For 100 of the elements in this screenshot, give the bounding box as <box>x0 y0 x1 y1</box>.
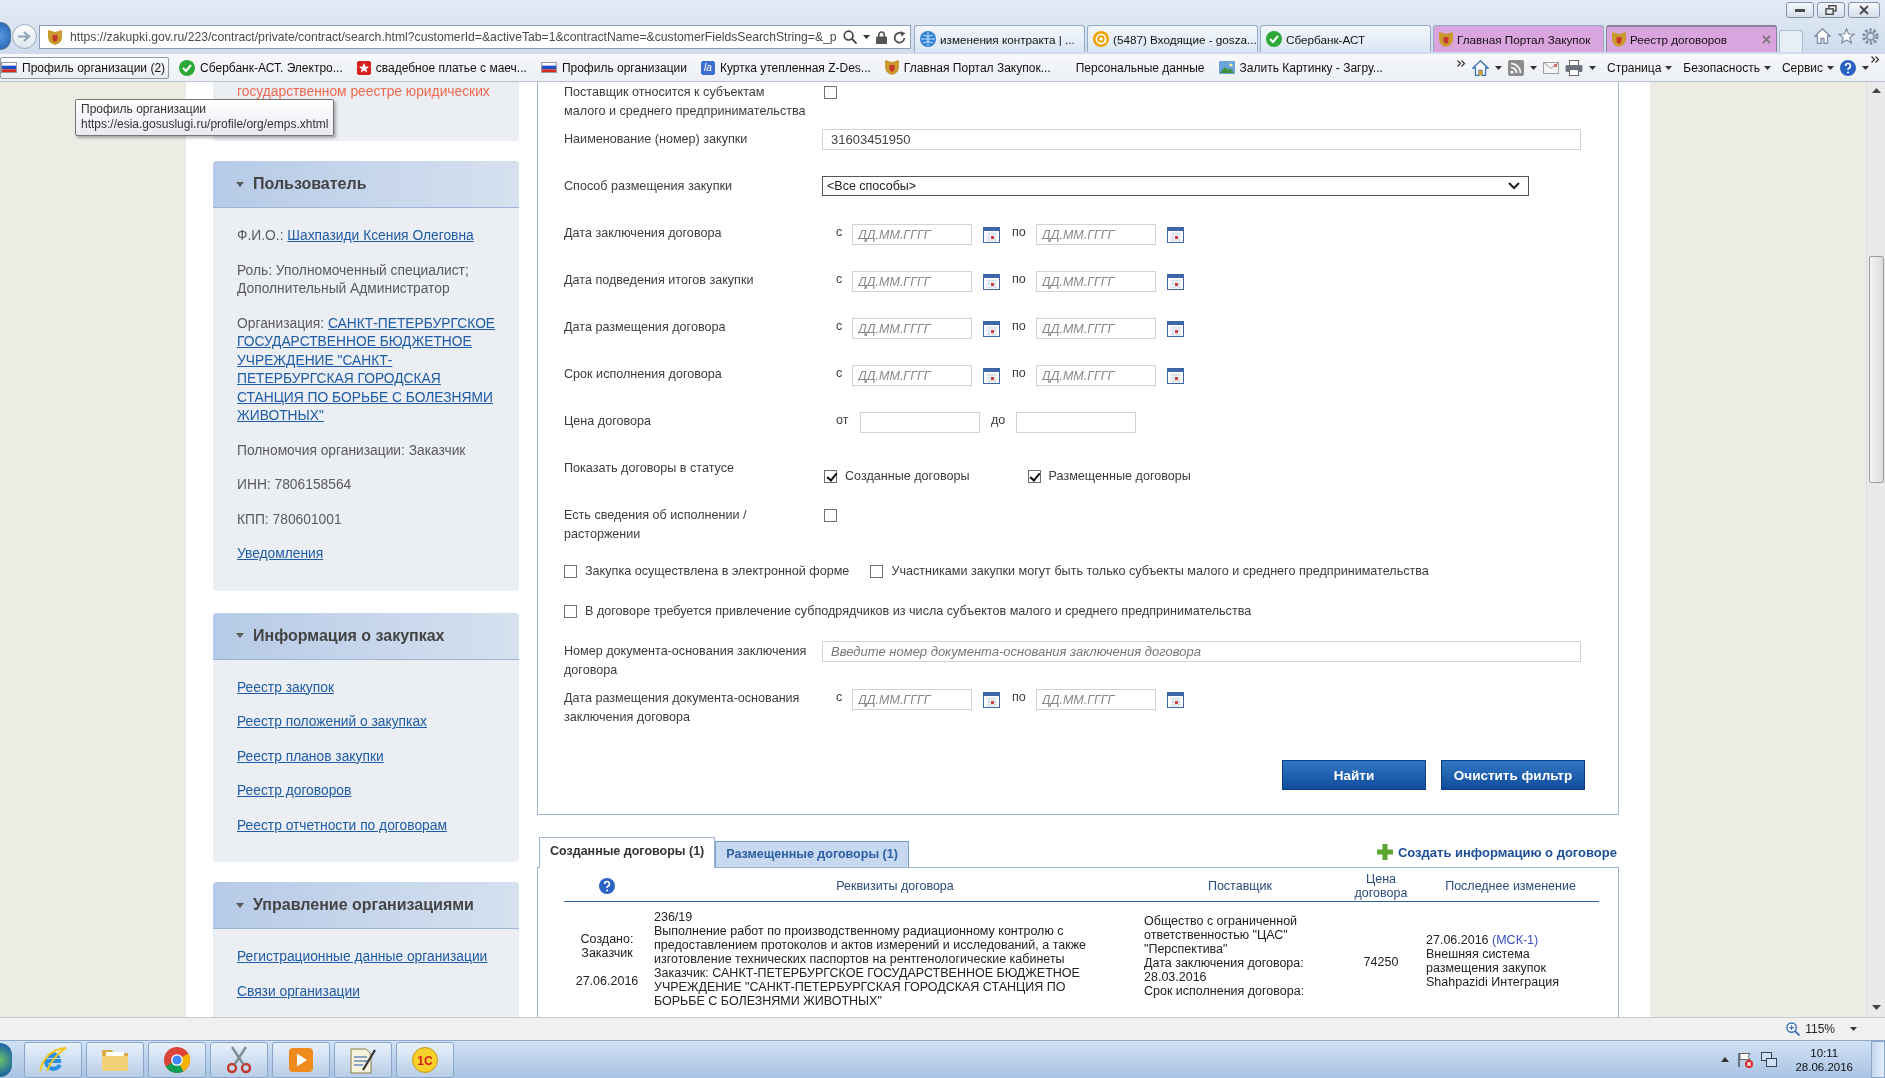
checkbox[interactable] <box>564 605 577 618</box>
envelope-icon[interactable] <box>1542 61 1559 74</box>
settings-icon[interactable] <box>1862 28 1879 45</box>
restore-button[interactable] <box>1817 2 1845 18</box>
date-label: Дата заключения договора: <box>1144 955 1305 970</box>
panel-header[interactable]: Пользователь <box>213 161 519 208</box>
caret-icon[interactable] <box>1588 65 1596 70</box>
zoom-level[interactable]: 115% <box>1805 1022 1835 1036</box>
nav-link[interactable]: Реестр договоров <box>237 782 352 801</box>
nav-link[interactable]: Реестр положений о закупках <box>237 713 427 732</box>
clock-time[interactable]: 10:11 <box>1795 1045 1853 1060</box>
checkbox[interactable] <box>824 470 837 483</box>
nav-link[interactable]: Реестр отчетности по договорам <box>237 816 447 835</box>
clock-date[interactable]: 28.06.2016 <box>1795 1059 1853 1074</box>
menu-button[interactable]: Сервис <box>1781 60 1834 75</box>
zoom-in-icon[interactable] <box>1786 1022 1801 1036</box>
caret-icon[interactable] <box>1529 65 1537 70</box>
column-header[interactable]: Поставщик <box>1140 872 1340 901</box>
nav-link[interactable]: Регистрационные данные организации <box>237 948 488 967</box>
browser-tab[interactable]: Главная Портал Закупок <box>1433 25 1604 52</box>
printer-icon[interactable] <box>1564 59 1583 76</box>
contract-number[interactable]: 236/19 <box>654 909 1118 924</box>
calendar-icon[interactable] <box>1166 367 1184 384</box>
text-field[interactable]: 31603451950 <box>822 129 1581 150</box>
arrow-down-icon[interactable] <box>1871 1005 1881 1010</box>
back-button[interactable] <box>0 22 11 50</box>
panel-header[interactable]: Информация о закупках <box>213 612 519 660</box>
price-field[interactable] <box>1016 412 1137 433</box>
taskbar-button[interactable] <box>24 1041 82 1078</box>
calendar-icon[interactable] <box>1166 691 1184 708</box>
favorite-link[interactable]: Залить Картинку - Загру... <box>1214 56 1387 79</box>
double-chevron-icon[interactable] <box>1456 59 1466 67</box>
results-tab[interactable]: Созданные договоры (1) <box>539 837 716 868</box>
select-field[interactable]: <Все способы> <box>822 176 1529 196</box>
results-tab[interactable]: Размещенные договоры (1) <box>715 841 909 867</box>
calendar-icon[interactable] <box>983 273 1000 290</box>
calendar-icon[interactable] <box>1166 273 1184 290</box>
arrow-up-icon[interactable] <box>1871 88 1881 93</box>
calendar-icon[interactable] <box>983 691 1000 708</box>
favorite-link[interactable]: свадебное платье с маеч... <box>352 56 531 79</box>
browser-tab[interactable]: изменения контракта | ... <box>914 25 1085 52</box>
search-button[interactable]: Найти <box>1282 760 1426 790</box>
calendar-icon[interactable] <box>983 226 1000 243</box>
clear-filter-button[interactable]: Очистить фильтр <box>1441 760 1585 790</box>
flag-alert-icon[interactable] <box>1737 1051 1754 1068</box>
address-bar[interactable]: https://zakupki.gov.ru/223/contract/private/contract/search.html?customerId=&activeTab=1&contractName=&customerFieldsSearchString=&_p <box>39 25 911 49</box>
close-button[interactable] <box>1848 2 1880 18</box>
column-header[interactable]: Цена договора <box>1340 872 1422 901</box>
checkbox[interactable] <box>870 565 884 578</box>
browser-tab[interactable]: (5487) Входящие - gosza... <box>1087 25 1258 52</box>
checkbox[interactable] <box>564 565 577 578</box>
nav-link[interactable]: Реестр планов закупки <box>237 747 384 766</box>
calendar-icon[interactable] <box>1166 226 1184 243</box>
text-field[interactable]: Введите номер документа-основания заключения договора <box>822 641 1581 662</box>
caret-up-icon[interactable] <box>1721 1057 1730 1062</box>
scrollbar[interactable] <box>1866 82 1885 1017</box>
monitor-icon[interactable] <box>1761 1052 1778 1067</box>
price-field[interactable] <box>860 412 980 433</box>
caret-icon[interactable] <box>1494 65 1502 70</box>
browser-tab[interactable]: Реестр договоров <box>1606 25 1777 52</box>
create-link[interactable]: Создать информацию о договоре <box>1376 844 1617 860</box>
column-header[interactable]: Реквизиты договора <box>650 872 1140 901</box>
favorite-link[interactable]: Профиль организации (2) <box>0 56 170 79</box>
taskbar-button[interactable] <box>334 1041 392 1078</box>
nav-link[interactable]: Связи организации <box>237 982 360 1001</box>
caret-icon[interactable] <box>862 35 870 39</box>
help-icon[interactable] <box>599 878 615 895</box>
double-chevron-icon[interactable] <box>1871 56 1880 63</box>
favorite-link[interactable]: Сбербанк-АСТ. Электро... <box>175 56 347 79</box>
caret-icon[interactable] <box>1862 65 1869 70</box>
calendar-icon[interactable] <box>983 367 1000 384</box>
start-button[interactable] <box>0 1042 12 1077</box>
taskbar-button[interactable] <box>210 1041 268 1078</box>
taskbar-button[interactable] <box>148 1041 206 1078</box>
favorite-link[interactable]: Профиль организации <box>536 56 691 79</box>
favorite-link[interactable]: Персональные данные <box>1060 56 1209 79</box>
star-icon[interactable] <box>1838 28 1855 44</box>
nav-link[interactable]: Реестр закупок <box>237 678 334 697</box>
calendar-icon[interactable] <box>983 320 1000 337</box>
home-icon[interactable] <box>1471 59 1489 76</box>
search-icon[interactable] <box>842 30 857 44</box>
browser-tab[interactable]: Сбербанк-АСТ <box>1260 25 1431 52</box>
checkbox[interactable] <box>1027 470 1041 483</box>
help-icon[interactable] <box>1840 59 1856 76</box>
home-icon[interactable] <box>1814 28 1831 44</box>
favorite-link[interactable]: Главная Портал Закупок... <box>880 56 1055 79</box>
panel-header[interactable]: Управление организациями <box>213 882 519 929</box>
scrollbar-thumb[interactable] <box>1868 256 1884 483</box>
checkbox[interactable] <box>824 86 837 99</box>
nav-link[interactable]: Уведомления <box>237 545 324 564</box>
calendar-icon[interactable] <box>1166 320 1184 337</box>
checkbox[interactable] <box>824 509 837 522</box>
favorite-link[interactable]: la Куртка утепленная Z-Des... <box>696 56 875 79</box>
minimize-button[interactable] <box>1786 2 1814 18</box>
column-header[interactable]: Последнее изменение <box>1422 872 1599 901</box>
feed-icon[interactable] <box>1507 59 1524 76</box>
caret-icon[interactable] <box>1850 1027 1857 1031</box>
refresh-icon[interactable] <box>892 30 906 44</box>
menu-button[interactable]: Страница <box>1606 60 1673 75</box>
menu-button[interactable]: Безопасность <box>1683 60 1771 75</box>
